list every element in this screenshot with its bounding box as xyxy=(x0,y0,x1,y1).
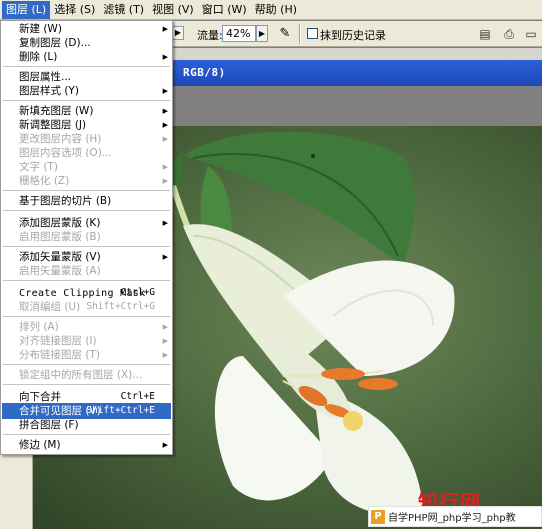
menu-item-layer-style[interactable]: 图层样式 (Y) ▶ xyxy=(2,83,171,99)
menu-separator xyxy=(3,316,170,317)
menu-item-delete[interactable]: 删除 (L) ▶ xyxy=(2,49,171,65)
toolbar-divider xyxy=(299,24,301,44)
menu-item-ungroup[interactable]: 取消编组 (U) Shift+Ctrl+G xyxy=(2,299,171,315)
menu-separator xyxy=(3,364,170,365)
watermark-text: 自学PHP网_php学习_php教 xyxy=(388,513,516,524)
menu-item-label: 分布链接图层 (T) xyxy=(19,349,100,361)
watermark-logo-icon: P xyxy=(371,509,385,524)
menu-item-label: 图层样式 (Y) xyxy=(19,85,79,97)
menu-item-rasterize[interactable]: 栅格化 (Z) ▶ xyxy=(2,173,171,189)
layer-menu: 新建 (W) ▶ 复制图层 (D)... 删除 (L) ▶ 图层属性... 图层样式… xyxy=(0,20,173,455)
menu-item-label: 拼合图层 (F) xyxy=(19,419,79,431)
menu-item-lock-all-layers[interactable]: 锁定组中的所有图层 (X)... xyxy=(2,367,171,383)
menu-filter[interactable]: 滤镜 (T) xyxy=(99,1,148,19)
menu-item-layer-based-slice[interactable]: 基于图层的切片 (B) xyxy=(2,193,171,209)
submenu-arrow-icon: ▶ xyxy=(162,53,168,61)
printer-icon[interactable]: ⎙ xyxy=(500,25,518,43)
menu-item-label: 修边 (M) xyxy=(19,439,61,451)
menu-select[interactable]: 选择 (S) xyxy=(50,1,99,19)
menu-separator xyxy=(3,384,170,385)
menu-separator xyxy=(3,434,170,435)
menu-item-enable-vector-mask[interactable]: 启用矢量蒙版 (A) xyxy=(2,263,171,279)
menu-item-shortcut: Shift+Ctrl+G xyxy=(86,301,155,312)
menu-help[interactable]: 帮助 (H) xyxy=(251,1,301,19)
flow-label: 流量: xyxy=(197,29,223,42)
menu-item-label: 取消编组 (U) xyxy=(19,301,81,313)
airbrush-icon[interactable]: ✎ xyxy=(276,25,294,43)
document-icon[interactable]: ▭ xyxy=(522,25,540,43)
submenu-arrow-icon: ▶ xyxy=(162,441,168,449)
menu-view[interactable]: 视图 (V) xyxy=(148,1,198,19)
erase-to-history-label: 抹到历史记录 xyxy=(320,29,386,42)
menu-separator xyxy=(3,246,170,247)
menu-item-label: 启用矢量蒙版 (A) xyxy=(19,265,101,277)
menu-item-flatten-image[interactable]: 拼合图层 (F) xyxy=(2,417,171,433)
menu-item-matting[interactable]: 修边 (M) ▶ xyxy=(2,437,171,453)
watermark-bar: P 自学PHP网_php学习_php教 xyxy=(368,506,542,527)
menu-item-label: 栅格化 (Z) xyxy=(19,175,70,187)
mode-dropdown-arrow-icon[interactable]: ▶ xyxy=(172,26,184,40)
menu-separator xyxy=(3,190,170,191)
menu-layer[interactable]: 图层 (L) xyxy=(2,0,51,19)
menu-separator xyxy=(3,100,170,101)
menu-item-label: 删除 (L) xyxy=(19,51,58,63)
menu-separator xyxy=(3,280,170,281)
menu-item-label: 启用图层蒙版 (B) xyxy=(19,231,101,243)
flow-input[interactable]: 42% xyxy=(222,25,256,42)
file-browser-icon[interactable]: ▤ xyxy=(476,25,494,43)
menu-item-distribute-linked[interactable]: 分布链接图层 (T) ▶ xyxy=(2,347,171,363)
menu-separator xyxy=(3,66,170,67)
menu-item-enable-layer-mask[interactable]: 启用图层蒙版 (B) xyxy=(2,229,171,245)
menu-separator xyxy=(3,210,170,211)
menu-item-label: 锁定组中的所有图层 (X)... xyxy=(19,369,143,381)
flow-dropdown-arrow-icon[interactable]: ▶ xyxy=(256,25,268,42)
erase-to-history-checkbox[interactable] xyxy=(307,28,318,39)
document-title: RGB/8) xyxy=(183,66,226,79)
menu-item-label: 基于图层的切片 (B) xyxy=(19,195,112,207)
submenu-arrow-icon: ▶ xyxy=(162,351,168,359)
menu-window[interactable]: 窗口 (W) xyxy=(198,1,251,19)
submenu-arrow-icon: ▶ xyxy=(162,177,168,185)
menu-bar: 图层 (L) 选择 (S) 滤镜 (T) 视图 (V) 窗口 (W) 帮助 (H… xyxy=(0,0,542,20)
submenu-arrow-icon: ▶ xyxy=(162,87,168,95)
